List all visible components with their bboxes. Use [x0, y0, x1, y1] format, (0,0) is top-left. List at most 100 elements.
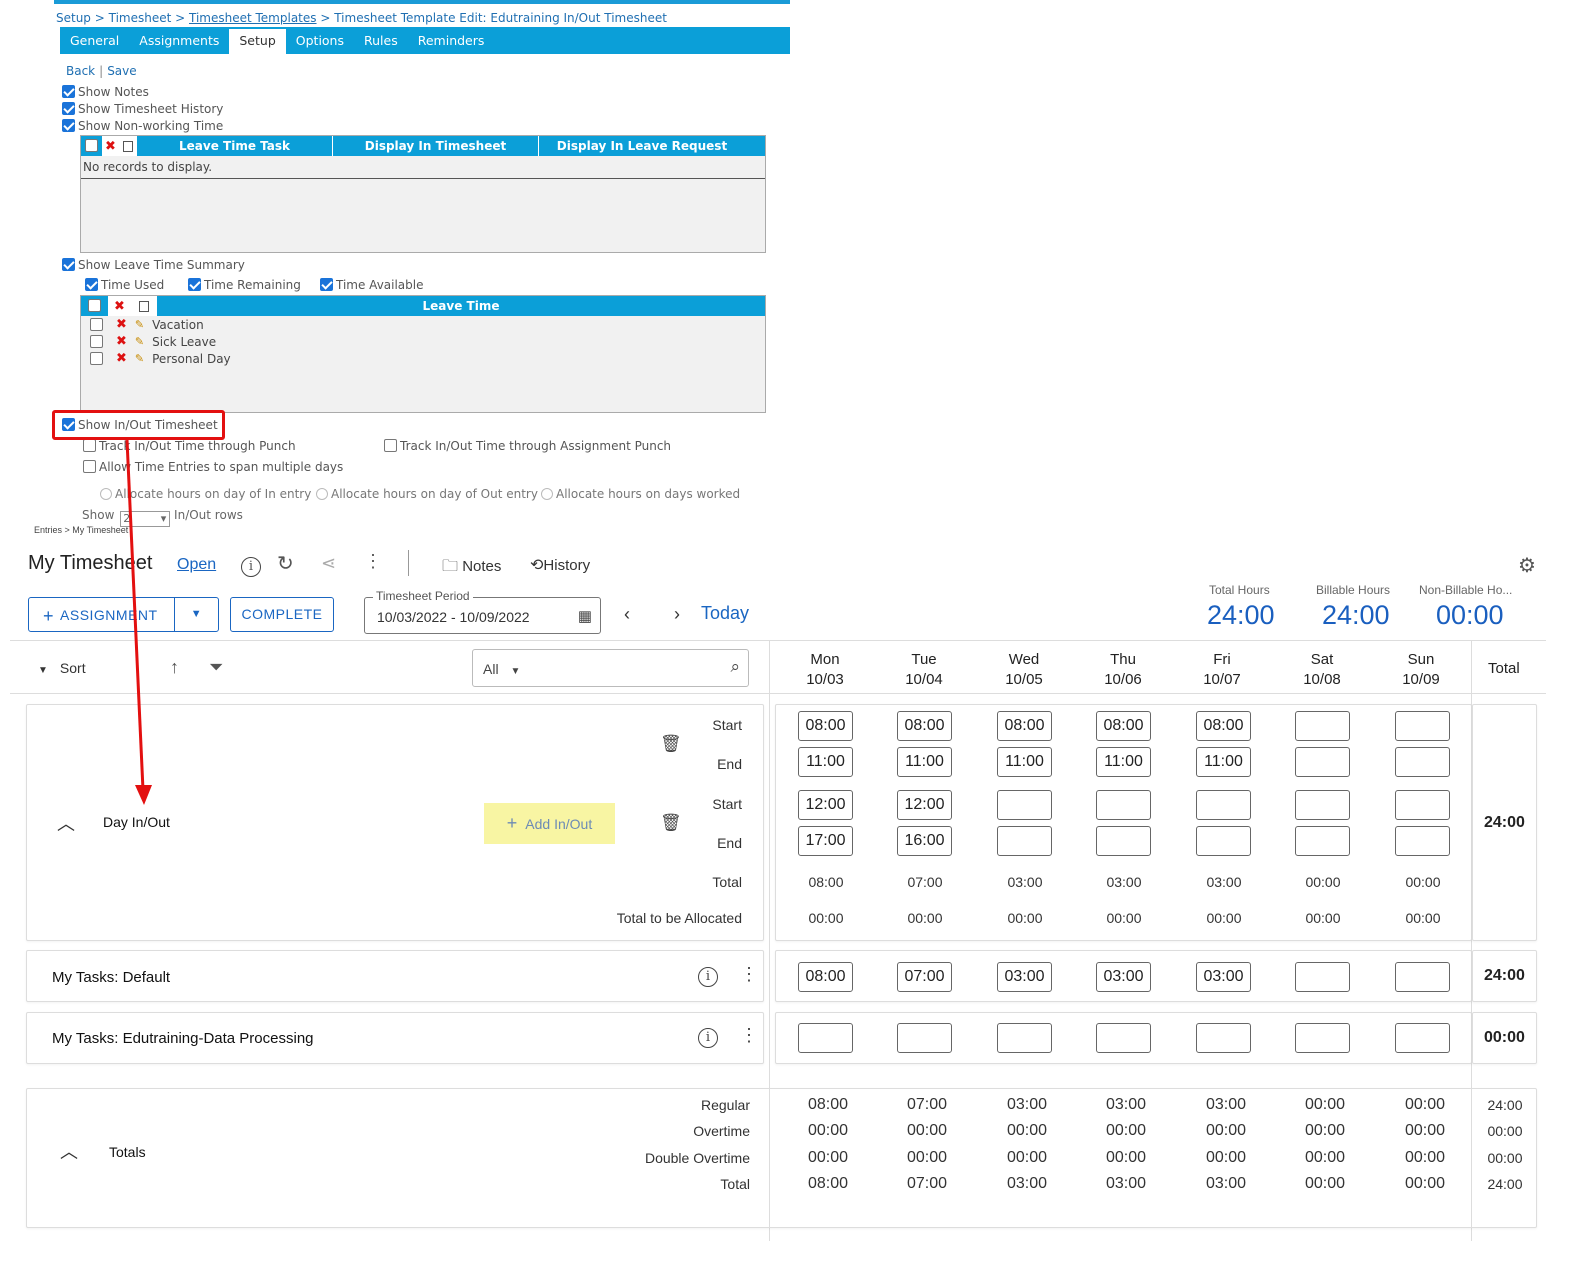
prev-period-icon[interactable]: ‹	[624, 604, 630, 625]
tab-assignments[interactable]: Assignments	[129, 27, 229, 54]
timesheet-period-field[interactable]: Timesheet Period 10/03/2022 - 10/09/2022…	[364, 589, 601, 634]
task-hours-input[interactable]	[1295, 962, 1350, 992]
time-remaining-option[interactable]: Time Remaining	[188, 278, 301, 292]
start-time-input[interactable]: 08:00	[897, 711, 952, 741]
start-time-input[interactable]: 08:00	[997, 711, 1052, 741]
delete-trash-icon[interactable]: 🗑	[660, 813, 682, 833]
search-icon[interactable]: ⌕	[730, 657, 740, 677]
sort-control[interactable]: ▼ Sort	[38, 660, 86, 676]
allow-span-option[interactable]: Allow Time Entries to span multiple days	[83, 460, 343, 474]
start-time-input[interactable]: 08:00	[1196, 711, 1251, 741]
task-hours-input[interactable]: 07:00	[897, 962, 952, 992]
task-hours-input[interactable]	[1196, 1023, 1251, 1053]
task-name[interactable]: My Tasks: Default	[52, 969, 170, 986]
today-button[interactable]: Today	[701, 603, 749, 624]
row-checkbox[interactable]	[90, 352, 103, 365]
end-time-input[interactable]	[1395, 747, 1450, 777]
add-inout-button[interactable]: + Add In/Out	[484, 803, 615, 844]
select-all-checkbox[interactable]	[85, 139, 98, 152]
edit-icon[interactable]: ✎	[135, 318, 144, 331]
col-display-in-timesheet[interactable]: Display In Timesheet	[333, 136, 539, 156]
collapse-chevron-icon[interactable]: ︿	[60, 1138, 78, 1164]
show-nonworking-option[interactable]: Show Non-working Time	[62, 119, 223, 133]
delete-icon[interactable]: ✖	[116, 334, 127, 349]
end-time-input[interactable]	[997, 826, 1052, 856]
show-history-checkbox[interactable]	[62, 102, 75, 115]
task-hours-input[interactable]	[1295, 1023, 1350, 1053]
info-icon[interactable]: i	[241, 554, 261, 577]
delete-icon[interactable]: ✖	[105, 139, 116, 154]
start-time-input[interactable]: 08:00	[798, 711, 853, 741]
alloc-out-option[interactable]: Allocate hours on day of Out entry	[316, 487, 538, 501]
alloc-out-radio[interactable]	[316, 488, 328, 500]
edit-icon[interactable]: ✎	[135, 335, 144, 348]
start-time-input[interactable]	[1395, 790, 1450, 820]
time-remaining-checkbox[interactable]	[188, 278, 201, 291]
alloc-in-radio[interactable]	[100, 488, 112, 500]
start-time-input[interactable]: 08:00	[1096, 711, 1151, 741]
track-assignment-punch-checkbox[interactable]	[384, 439, 397, 452]
alloc-worked-option[interactable]: Allocate hours on days worked	[541, 487, 740, 501]
end-time-input[interactable]	[1096, 826, 1151, 856]
task-hours-input[interactable]	[1395, 1023, 1450, 1053]
start-time-input[interactable]	[1295, 790, 1350, 820]
delete-icon[interactable]: ✖	[116, 351, 127, 366]
time-available-checkbox[interactable]	[320, 278, 333, 291]
collapse-chevron-icon[interactable]: ︿	[57, 810, 75, 836]
start-time-input[interactable]: 12:00	[897, 790, 952, 820]
time-used-option[interactable]: Time Used	[85, 278, 164, 292]
history-button[interactable]: ⟲History	[530, 555, 590, 575]
back-link[interactable]: Back	[66, 64, 95, 78]
show-leave-summary-option[interactable]: Show Leave Time Summary	[62, 258, 245, 272]
tab-general[interactable]: General	[60, 27, 129, 54]
start-time-input[interactable]	[1295, 711, 1350, 741]
start-time-input[interactable]: 12:00	[798, 790, 853, 820]
alloc-worked-radio[interactable]	[541, 488, 553, 500]
show-notes-option[interactable]: Show Notes	[62, 85, 149, 99]
status-link[interactable]: Open	[177, 556, 216, 574]
start-time-input[interactable]	[997, 790, 1052, 820]
more-icon[interactable]: ⋮	[364, 551, 382, 572]
info-icon[interactable]: i	[698, 1028, 718, 1048]
sort-direction-icon[interactable]: ↑	[170, 657, 179, 678]
show-notes-checkbox[interactable]	[62, 85, 75, 98]
tab-rules[interactable]: Rules	[354, 27, 408, 54]
end-time-input[interactable]	[1395, 826, 1450, 856]
row-checkbox[interactable]	[90, 335, 103, 348]
task-hours-input[interactable]	[1395, 962, 1450, 992]
track-punch-checkbox[interactable]	[83, 439, 96, 452]
end-time-input[interactable]: 11:00	[997, 747, 1052, 777]
delete-icon[interactable]: ✖	[114, 299, 125, 314]
next-period-icon[interactable]: ›	[674, 604, 680, 625]
tab-options[interactable]: Options	[286, 27, 354, 54]
task-hours-input[interactable]: 03:00	[997, 962, 1052, 992]
info-icon[interactable]: i	[698, 967, 718, 987]
add-assignment-button[interactable]: + ASSIGNMENT ▼	[28, 597, 219, 632]
end-time-input[interactable]	[1295, 826, 1350, 856]
more-icon[interactable]: ⋮	[740, 1025, 758, 1046]
task-hours-input[interactable]	[897, 1023, 952, 1053]
end-time-input[interactable]: 11:00	[1196, 747, 1251, 777]
start-time-input[interactable]	[1395, 711, 1450, 741]
breadcrumb-setup-timesheet[interactable]: Setup > Timesheet >	[56, 11, 189, 25]
task-name[interactable]: My Tasks: Edutraining-Data Processing	[52, 1030, 314, 1047]
save-link[interactable]: Save	[107, 64, 136, 78]
tab-reminders[interactable]: Reminders	[408, 27, 495, 54]
time-available-option[interactable]: Time Available	[320, 278, 424, 292]
delete-trash-icon[interactable]: 🗑	[660, 734, 682, 754]
show-history-option[interactable]: Show Timesheet History	[62, 102, 223, 116]
tab-setup[interactable]: Setup	[229, 29, 286, 54]
list-icon[interactable]	[122, 141, 133, 152]
col-leave-time[interactable]: Leave Time	[157, 296, 765, 316]
show-leave-summary-checkbox[interactable]	[62, 258, 75, 271]
calendar-icon[interactable]: ▦	[578, 607, 592, 625]
end-time-input[interactable]	[1196, 826, 1251, 856]
share-icon[interactable]: ⋖	[321, 553, 336, 574]
complete-button[interactable]: COMPLETE	[230, 597, 334, 632]
leave-select-all-checkbox[interactable]	[88, 299, 101, 312]
end-time-input[interactable]: 11:00	[1096, 747, 1151, 777]
time-used-checkbox[interactable]	[85, 278, 98, 291]
task-hours-input[interactable]: 03:00	[1096, 962, 1151, 992]
breadcrumb-timesheet-templates[interactable]: Timesheet Templates	[189, 11, 317, 25]
edit-icon[interactable]: ✎	[135, 352, 144, 365]
